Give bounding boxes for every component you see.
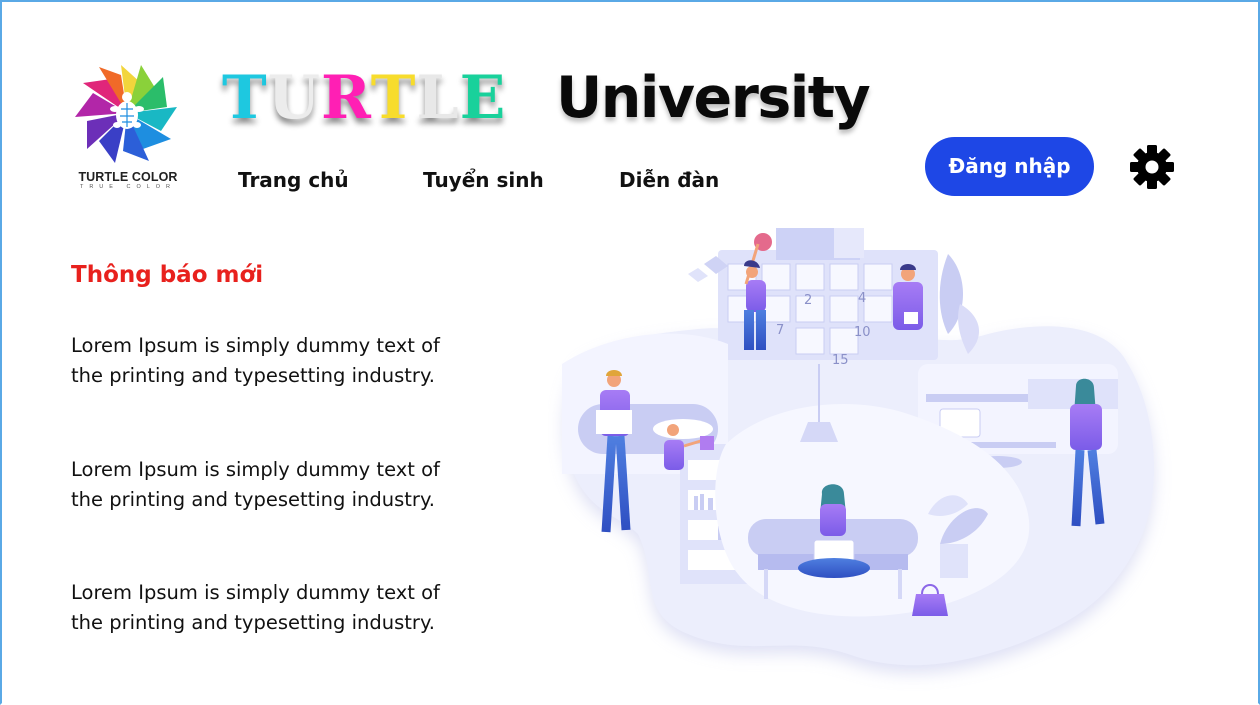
turtle-pinwheel-logo-icon (75, 65, 177, 163)
brand-letter: E (459, 63, 507, 133)
nav-item-tuyen-sinh[interactable]: Tuyển sinh (423, 165, 544, 195)
gear-icon[interactable] (1129, 144, 1175, 190)
logo-subtitle: TRUE COLOR (79, 184, 177, 190)
brand-letter: L (416, 63, 460, 133)
calendar-number: 7 (776, 323, 784, 338)
calendar-number: 2 (804, 293, 812, 308)
calendar-number: 15 (832, 353, 849, 368)
notice-item: Lorem Ipsum is simply dummy text of the … (71, 581, 440, 634)
brand-letter: T (370, 63, 417, 133)
brand-letter: U (267, 63, 321, 133)
campus-illustration: 2 4 7 10 15 (548, 214, 1173, 692)
turtle-color-logo[interactable]: TURTLE COLOR TRUE COLOR (70, 58, 184, 192)
nav-item-trang-chu[interactable]: Trang chủ (238, 165, 349, 195)
notice-item: Lorem Ipsum is simply dummy text of the … (71, 458, 440, 511)
calendar-number: 4 (858, 291, 866, 306)
logo-title: TURTLE COLOR (78, 170, 178, 184)
brand-university-title: University (556, 65, 871, 131)
brand-letter: T (222, 63, 268, 133)
brand-turtle-wordart: TURTLE (222, 62, 506, 134)
notice-item: Lorem Ipsum is simply dummy text of the … (71, 334, 440, 387)
login-button[interactable]: Đăng nhập (925, 137, 1094, 196)
calendar-number: 10 (854, 325, 871, 340)
brand-letter: R (320, 63, 371, 133)
nav-item-dien-dan[interactable]: Diễn đàn (619, 165, 719, 195)
notice-title: Thông báo mới (71, 262, 264, 288)
